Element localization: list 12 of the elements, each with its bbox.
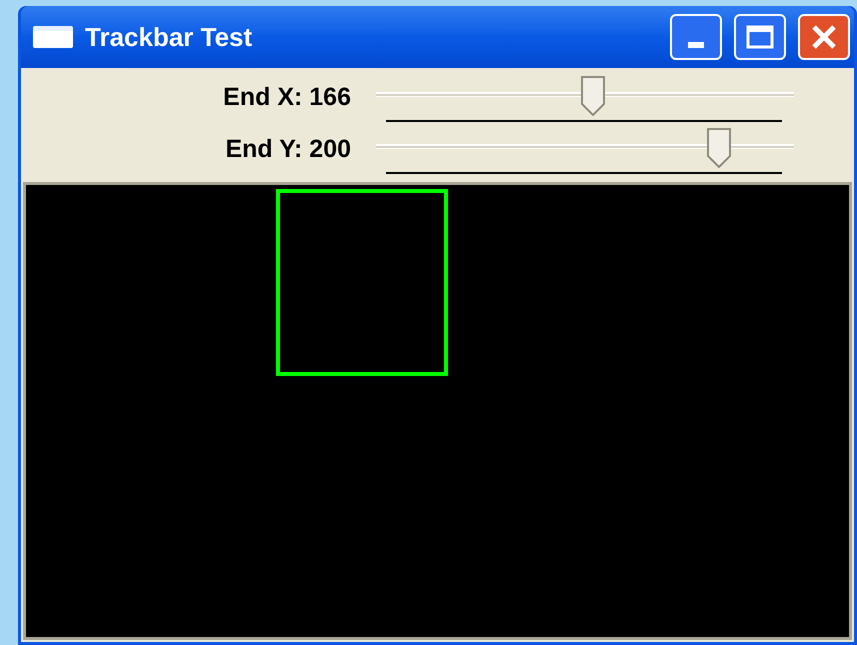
minimize-button[interactable] <box>670 14 722 60</box>
slider-thumb[interactable] <box>581 76 606 116</box>
window-icon <box>33 26 73 48</box>
slider-thumb[interactable] <box>706 128 731 168</box>
slider-label: End X: 166 <box>222 82 352 114</box>
slider-label: End Y: 200 <box>224 134 352 166</box>
window-title: Trackbar Test <box>85 20 254 54</box>
maximize-button[interactable] <box>734 14 786 60</box>
maximize-icon <box>746 25 774 49</box>
minimize-icon <box>688 42 704 48</box>
close-button[interactable] <box>798 14 850 60</box>
close-icon <box>811 24 837 50</box>
